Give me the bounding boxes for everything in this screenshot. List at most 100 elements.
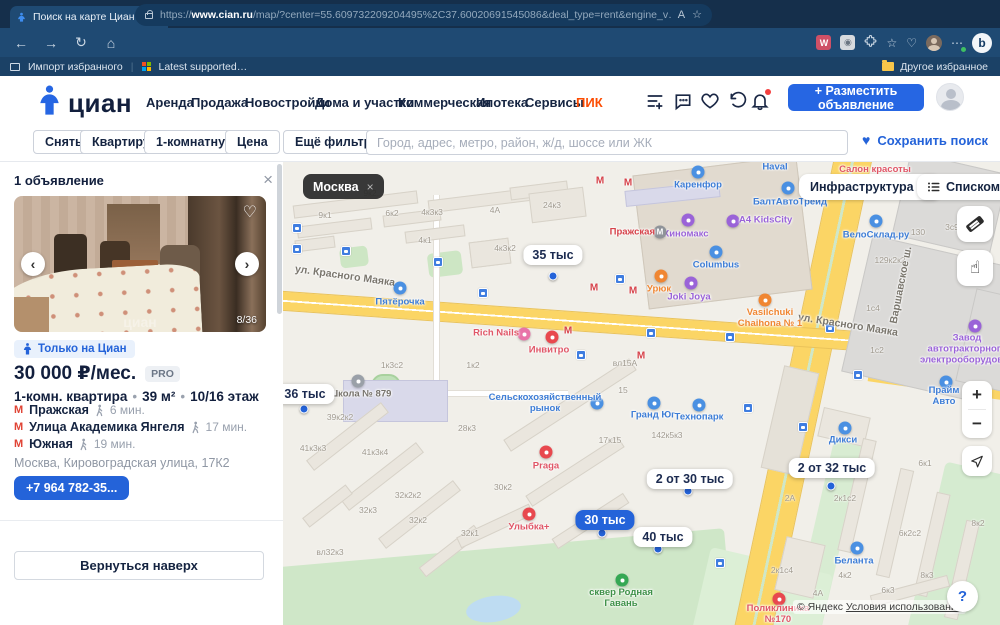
favorite-star-icon[interactable]: ☆ (692, 8, 702, 21)
other-favorites[interactable]: Другое избранное (882, 57, 988, 76)
read-aloud-icon[interactable]: A (678, 9, 685, 21)
house-number: 130 (910, 227, 926, 237)
uryuk-icon[interactable] (654, 269, 668, 283)
praga-icon[interactable] (539, 445, 553, 459)
karenfor-icon[interactable] (691, 165, 705, 179)
save-search-button[interactable]: ♥ Сохранить поиск (862, 132, 988, 148)
gray-extension-icon[interactable]: ◉ (840, 35, 856, 50)
url-text[interactable]: https://www.cian.ru/map/?center=55.60973… (160, 9, 671, 21)
metro-entrance-icon: М (589, 282, 599, 294)
transit-stop-icon (615, 274, 625, 284)
kinomax-icon[interactable] (681, 213, 695, 227)
hand-tool-button[interactable]: ☝ (957, 250, 993, 286)
pyaterochka-icon[interactable] (393, 281, 407, 295)
metro-row[interactable]: М Южная 19 мин. (14, 437, 135, 451)
browser-essentials-icon[interactable]: ♡ (906, 36, 917, 50)
house-number: 4к3к3 (421, 207, 443, 217)
nav-pik[interactable]: ПИК (576, 95, 603, 110)
tehnopark-icon[interactable] (692, 398, 706, 412)
diksi-icon[interactable] (838, 421, 852, 435)
joki-joya-icon[interactable] (684, 276, 698, 290)
belanta-icon[interactable] (850, 541, 864, 555)
saved-searches-icon[interactable] (645, 91, 665, 111)
locate-me-button[interactable] (962, 446, 992, 476)
extensions-puzzle-icon[interactable] (864, 34, 877, 51)
metro-row[interactable]: М Улица Академика Янгеля 17 мин. (14, 420, 247, 434)
filter-price-button[interactable]: Цена (225, 130, 280, 154)
shkola-879-icon[interactable] (351, 374, 365, 388)
bookmark-latest[interactable]: Latest supported… (159, 61, 248, 73)
invitro-icon[interactable] (545, 330, 559, 344)
show-phone-button[interactable]: +7 964 782-35... (14, 476, 130, 500)
zoom-in-button[interactable]: + (962, 381, 992, 409)
panel-scrollbar[interactable] (277, 164, 282, 314)
metro-entrance-icon: М (563, 325, 573, 337)
price-marker[interactable]: 35 тыс (523, 245, 583, 265)
home-icon[interactable]: ⌂ (96, 35, 126, 51)
rich-nails-icon[interactable] (517, 327, 531, 341)
price-marker[interactable]: 2 от 32 тыс (788, 458, 876, 478)
forward-icon[interactable]: → (36, 35, 66, 51)
price-marker[interactable]: 2 от 30 тыс (646, 469, 734, 489)
nav-arenda[interactable]: Аренда (146, 95, 194, 110)
skver-rodnaya-gavan-icon[interactable] (615, 573, 629, 587)
velosklad-icon[interactable] (869, 214, 883, 228)
address-bar[interactable]: https://www.cian.ru/map/?center=55.60973… (135, 3, 712, 26)
price-marker-dot[interactable] (548, 271, 558, 281)
shkola-879-label: Школа № 879 (328, 388, 392, 400)
price-marker-dot[interactable] (826, 481, 836, 491)
history-icon[interactable] (728, 91, 748, 111)
specs-separator: • (132, 389, 138, 404)
messages-icon[interactable] (673, 91, 693, 111)
attribution-terms-link[interactable]: Условия использования (846, 601, 963, 613)
browser-profile-avatar[interactable] (926, 34, 942, 51)
metro-entrance-icon: М (623, 177, 633, 189)
photo-prev-icon[interactable]: ‹ (21, 252, 45, 276)
price-marker[interactable]: 36 тыс (283, 384, 335, 404)
geo-search-input[interactable] (366, 130, 848, 155)
baltavtotrade-icon[interactable] (781, 181, 795, 195)
list-view-button[interactable]: Списком (917, 174, 1000, 200)
vasilchuki-chaihona-icon[interactable] (758, 293, 772, 307)
cian-logo[interactable]: циан (36, 85, 132, 116)
listing-photo[interactable]: циан ♡ ‹ › 8/36 (14, 196, 266, 332)
panel-close-icon[interactable]: × (263, 170, 273, 190)
zoom-out-button[interactable]: − (962, 410, 992, 438)
bookmark-import[interactable]: Импорт избранного (28, 61, 123, 73)
w-extension-icon[interactable]: W (816, 35, 832, 50)
back-to-top-button[interactable]: Вернуться наверх (14, 551, 264, 580)
post-listing-button[interactable]: + Разместить объявление (788, 84, 924, 112)
collections-icon[interactable]: ☆ (886, 36, 897, 50)
house-number: 4к2 (838, 570, 852, 580)
region-chip[interactable]: Москва × (303, 174, 384, 199)
help-button[interactable]: ? (947, 581, 978, 612)
photo-next-icon[interactable]: › (235, 252, 259, 276)
ulybka-plus-label: Улыбка+ (508, 521, 550, 533)
house-number: 17к15 (598, 435, 622, 445)
user-avatar[interactable] (936, 83, 964, 111)
nav-prodazha[interactable]: Продажа (191, 95, 248, 110)
map[interactable]: Каренфор Haval БалтАвтоТрейд Салон красоты … (283, 162, 1000, 625)
a4-kidscity-icon[interactable] (726, 214, 740, 228)
prazhskaya-metro-icon[interactable]: М (653, 225, 667, 239)
price-marker[interactable]: 40 тыс (633, 527, 693, 547)
favorites-heart-icon[interactable] (700, 91, 720, 111)
back-icon[interactable]: ← (6, 35, 36, 51)
only-on-cian-badge[interactable]: Только на Циан (14, 340, 135, 358)
more-menu-icon[interactable]: ⋯ (951, 36, 967, 53)
nav-ipoteka[interactable]: Ипотека (476, 95, 528, 110)
ulybka-plus-icon[interactable] (522, 507, 536, 521)
favorite-heart-icon[interactable]: ♡ (243, 202, 257, 222)
bing-icon[interactable]: b (972, 32, 992, 53)
price-marker[interactable]: 30 тыс (575, 510, 635, 530)
refresh-icon[interactable]: ↻ (66, 34, 96, 51)
columbus-icon[interactable] (709, 245, 723, 259)
notifications-bell-icon[interactable] (750, 89, 771, 111)
region-chip-close-icon[interactable]: × (367, 180, 374, 194)
measure-ruler-button[interactable] (957, 206, 993, 242)
metro-row[interactable]: М Пражская 6 мин. (14, 403, 145, 417)
grand-yug-icon[interactable] (647, 396, 661, 410)
house-number: 1к2 (466, 360, 480, 370)
price-marker-dot[interactable] (299, 404, 309, 414)
zavod-avtotraktornogo-icon[interactable] (968, 319, 982, 333)
